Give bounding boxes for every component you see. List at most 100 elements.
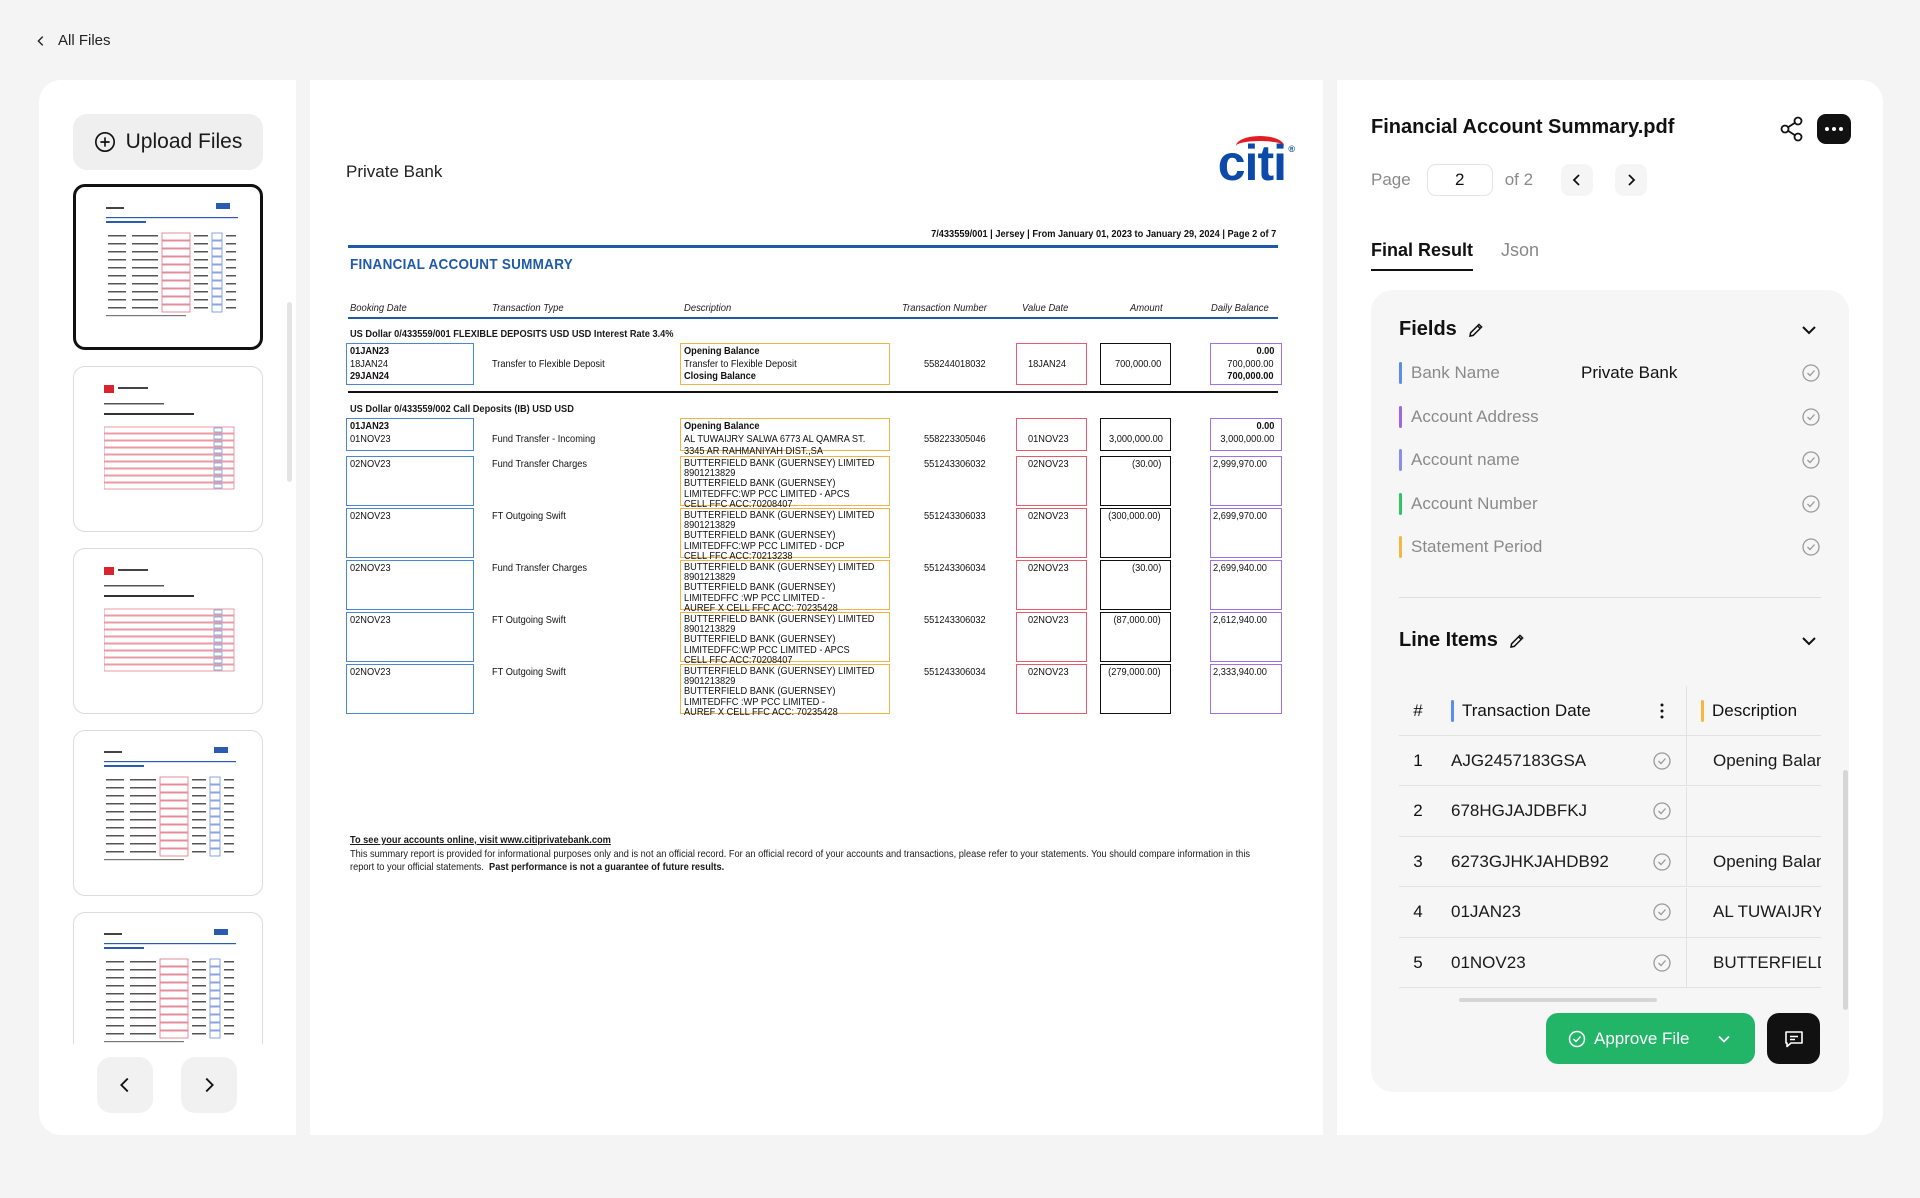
check-circle-icon[interactable] [1801,450,1821,470]
check-circle-icon[interactable] [1652,953,1672,973]
grid-header: # Transaction Date Description [1399,686,1821,736]
section-call-deposits: US Dollar 0/433559/002 Call Deposits (IB… [350,403,574,415]
row-number: 1 [1413,750,1423,770]
field-row[interactable]: Account name [1399,444,1821,476]
field-color-marker [1399,536,1402,558]
column-color-marker [1451,699,1454,722]
chevron-down-icon[interactable] [1799,631,1819,651]
field-color-marker [1399,405,1402,428]
check-circle-icon[interactable] [1801,494,1821,514]
next-page-button[interactable] [1615,164,1647,196]
back-link[interactable]: All Files [34,32,111,49]
pencil-icon[interactable] [1508,632,1526,650]
transaction-date-cell[interactable]: 6273GJHKJAHDB92 [1437,837,1687,886]
grid-header-number: # [1413,700,1423,720]
more-options-button[interactable] [1817,114,1851,144]
kebab-menu-icon[interactable] [1652,701,1672,721]
check-circle-icon[interactable] [1652,902,1672,922]
transaction-number: 551243306033 [924,510,986,522]
page-indicator: Page 2 of 2 [1371,164,1533,196]
approve-file-button[interactable]: Approve File [1546,1013,1755,1064]
message-icon [1784,1030,1803,1047]
grid-horizontal-scrollbar[interactable] [1459,998,1657,1002]
check-circle-icon[interactable] [1652,801,1672,821]
field-value[interactable]: Private Bank [1581,363,1801,383]
description-cell[interactable]: BUTTERFIELD [1687,953,1821,973]
check-circle-icon[interactable] [1652,751,1672,771]
statement-meta: 7/433559/001 | Jersey | From January 01,… [930,228,1276,240]
field-row[interactable]: Account Number [1399,488,1821,520]
daily-balance: 2,999,970.00 [1213,458,1267,470]
next-file-button[interactable] [181,1057,237,1113]
comments-button[interactable] [1767,1013,1820,1064]
value-date: 02NOV23 [1028,458,1069,470]
share-icon[interactable] [1777,114,1807,144]
field-row[interactable]: Bank Name Private Bank [1399,357,1821,389]
field-row[interactable]: Statement Period [1399,531,1821,563]
page-thumbnail[interactable] [73,730,263,896]
description-line: Opening Balance [684,420,760,432]
pencil-icon[interactable] [1467,321,1485,339]
col-daily-balance: Daily Balance [1211,302,1269,314]
transaction-type: Fund Transfer - Incoming [492,432,596,445]
thumbnail-scrollbar[interactable] [287,302,292,482]
field-label: Bank Name [1411,363,1500,382]
table-row[interactable]: 4 01JAN23 AL TUWAIJRY [1399,887,1821,938]
footer-link[interactable]: To see your accounts online, visit www.c… [350,834,611,846]
private-bank-heading: Private Bank [346,162,443,181]
tab-final-result[interactable]: Final Result [1371,240,1474,271]
row-number: 3 [1413,851,1423,871]
amount: 3,000,000.00 [1109,432,1163,445]
chevron-down-icon[interactable] [1799,320,1819,340]
col-value-date: Value Date [1022,302,1069,314]
check-circle-icon[interactable] [1801,407,1821,427]
col-description: Description [684,302,732,314]
line-items-grid: # Transaction Date Description 1 AJG24571… [1399,686,1821,1006]
booking-date: 18JAN24 [350,357,389,370]
title-rule [348,245,1278,248]
row-number: 2 [1413,801,1423,820]
transaction-date-cell[interactable]: 01NOV23 [1437,938,1687,987]
table-row[interactable]: 5 01NOV23 BUTTERFIELD [1399,938,1821,988]
thumbnail-panel: Upload Files [39,80,296,1135]
amount: (30.00) [1131,562,1161,574]
check-circle-icon[interactable] [1801,537,1821,557]
tab-json[interactable]: Json [1501,240,1539,271]
field-row[interactable]: Account Address [1399,401,1821,433]
back-link-label: All Files [58,32,111,49]
page-thumbnail[interactable] [73,184,263,350]
page-thumbnail[interactable] [73,548,263,714]
table-row[interactable]: 2 678HGJAJDBFKJ [1399,786,1821,837]
table-row[interactable]: 3 6273GJHKJAHDB92Opening Balance [1399,837,1821,887]
prev-page-button[interactable] [1561,164,1593,196]
amount: (279,000.00) [1108,666,1161,678]
check-circle-icon[interactable] [1801,363,1821,383]
transaction-date-cell[interactable]: 678HGJAJDBFKJ [1437,786,1687,836]
value-date: 02NOV23 [1028,614,1069,626]
panel-vertical-scrollbar[interactable] [1843,770,1848,1010]
document-title: FINANCIAL ACCOUNT SUMMARY [350,256,573,273]
amount: (30.00) [1131,458,1161,470]
prev-file-button[interactable] [97,1057,153,1113]
page-thumbnail[interactable] [73,366,263,532]
description-cell[interactable]: Opening Balance [1687,751,1821,771]
grid-header-date[interactable]: Transaction Date [1437,686,1687,735]
check-circle-icon[interactable] [1652,852,1672,872]
description-line: Opening Balance [684,345,760,357]
page-thumbnail[interactable] [73,912,263,1044]
grid-header-description[interactable]: Description [1687,699,1797,722]
description-cell[interactable]: AL TUWAIJRY [1687,902,1821,922]
transaction-number: 551243306032 [924,458,986,470]
daily-balance: 0.00 [1256,420,1274,432]
amount: 700,000.00 [1115,357,1162,370]
table-row[interactable]: 1 AJG2457183GSAOpening Balance [1399,736,1821,786]
transaction-type: FT Outgoing Swift [492,666,566,678]
page-number-input[interactable]: 2 [1426,164,1493,196]
description-cell[interactable]: Opening Balance [1687,852,1821,872]
chevron-down-icon[interactable] [1715,1030,1733,1048]
transaction-type: Fund Transfer Charges [492,458,588,470]
transaction-date-cell[interactable]: AJG2457183GSA [1437,736,1687,785]
transaction-date-cell[interactable]: 01JAN23 [1437,887,1687,937]
upload-files-button[interactable]: Upload Files [73,114,263,170]
daily-balance: 3,000,000.00 [1220,432,1274,445]
